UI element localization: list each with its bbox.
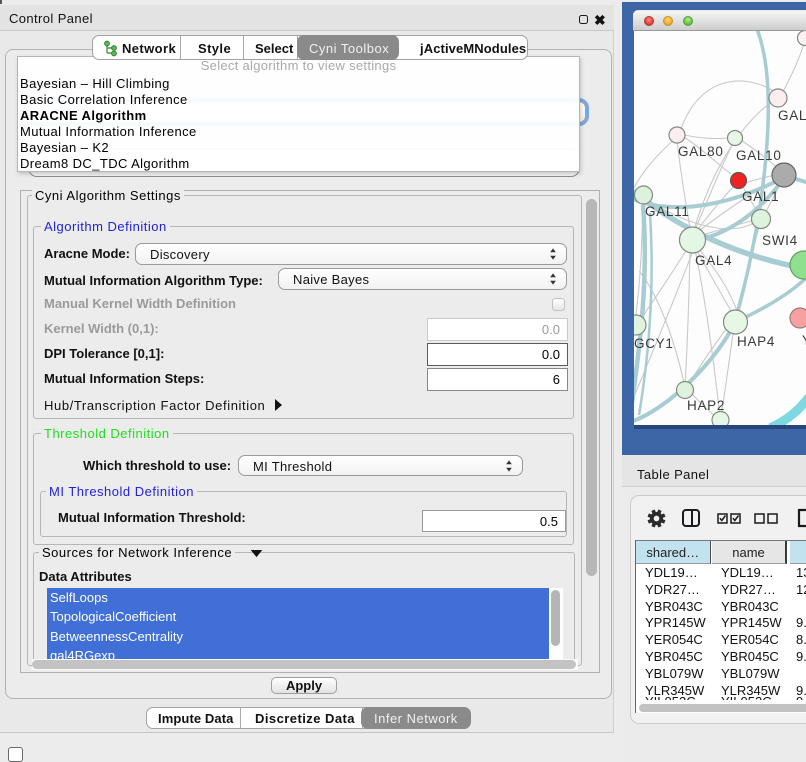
svg-text:GAL1: GAL1 — [742, 189, 779, 204]
svg-text:GAL2: GAL2 — [778, 108, 806, 123]
svg-text:SWI4: SWI4 — [762, 233, 798, 248]
svg-text:GAL80: GAL80 — [678, 144, 724, 159]
svg-text:HAP2: HAP2 — [687, 398, 725, 413]
svg-text:Y: Y — [802, 333, 806, 348]
svg-text:GAL11: GAL11 — [645, 204, 690, 219]
svg-text:GAL4: GAL4 — [695, 253, 732, 268]
svg-text:GAL10: GAL10 — [736, 148, 782, 163]
svg-text:GCY1: GCY1 — [634, 336, 674, 351]
svg-text:HAP4: HAP4 — [737, 334, 775, 349]
